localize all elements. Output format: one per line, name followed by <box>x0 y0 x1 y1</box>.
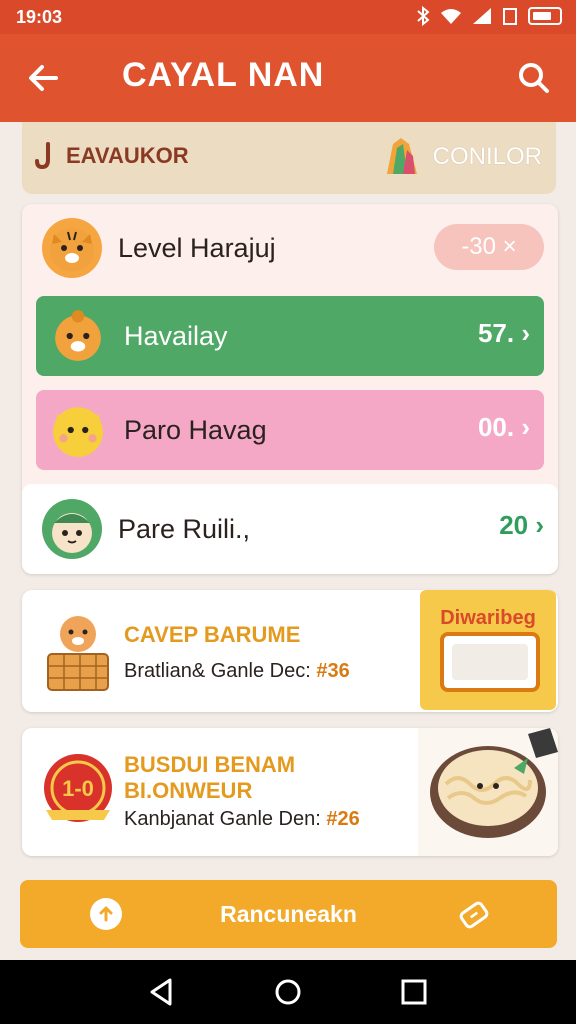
signal-icon <box>473 8 491 24</box>
list-item-label: Havailay <box>124 320 228 351</box>
list-item-value: -30 × <box>434 224 544 270</box>
promo-art-text: Diwaribeg <box>440 607 536 629</box>
promo-desc-text: Kanbjanat Ganle Den: <box>124 808 327 830</box>
sub-header-right-label: CONILOR <box>432 143 542 170</box>
level-list: Level Harajuj -30 × Havailay 57. › Paro … <box>22 204 558 574</box>
promo-title: CAVEP BARUME <box>124 622 301 647</box>
status-icons <box>416 6 562 26</box>
promo-desc-text: Bratlian& Ganle Dec: <box>124 660 317 682</box>
promo-card[interactable]: CAVEP BARUME Bratlian& Ganle Dec: #36 Di… <box>22 590 558 712</box>
list-item-value: 00. › <box>477 412 530 442</box>
ticket-icon <box>459 901 489 929</box>
promo-art-tray: Diwaribeg <box>420 590 556 710</box>
status-time: 19:03 <box>16 7 63 27</box>
list-item-label: Level Harajuj <box>118 232 276 263</box>
page-title: CAYAL NAN <box>122 56 325 94</box>
app-bar: CAYAL NAN <box>0 34 576 122</box>
tiger-face-icon <box>42 218 102 278</box>
promo-card[interactable]: 1-0 BUSDUI BENAM BI.ONWEUR Kanbjanat Gan… <box>22 728 558 856</box>
list-item-label: Paro Havag <box>124 414 267 445</box>
back-arrow-icon[interactable] <box>20 54 68 102</box>
list-item-value: 57. › <box>477 318 530 348</box>
nav-home-icon[interactable] <box>272 976 304 1008</box>
sub-header-left[interactable]: EAVAUKOR <box>34 142 189 170</box>
list-item[interactable]: Havailay 57. › <box>36 296 544 376</box>
sub-header: EAVAUKOR CONILOR <box>22 122 556 194</box>
status-bar: 19:03 <box>0 0 576 34</box>
leaf-bundle-icon <box>386 138 417 174</box>
promo-desc: Kanbjanat Ganle Den: #26 <box>124 808 360 831</box>
promo-desc: Bratlian& Ganle Dec: #36 <box>124 660 350 683</box>
list-item[interactable]: Level Harajuj -30 × <box>22 204 558 292</box>
list-item[interactable]: Pare Ruili., 20 › <box>22 484 558 574</box>
basket-fox-icon <box>47 616 109 691</box>
battery-icon <box>528 7 562 25</box>
badge-text: 1-0 <box>62 776 94 801</box>
cat-face-icon <box>48 400 108 460</box>
primary-action-button[interactable]: Rancuneakn <box>20 880 557 948</box>
bluetooth-icon <box>417 6 430 26</box>
tiger-face-icon <box>48 306 108 366</box>
promo-desc-number: #36 <box>316 660 350 682</box>
promo-title: BUSDUI BENAM BI.ONWEUR <box>124 752 296 803</box>
sim-icon <box>503 8 517 25</box>
search-icon[interactable] <box>510 54 558 102</box>
frog-face-icon <box>42 499 102 559</box>
wifi-icon <box>441 9 461 24</box>
list-item-value: 20 › <box>499 510 544 540</box>
sub-header-left-label: EAVAUKOR <box>66 143 189 168</box>
badge-icon: 1-0 <box>44 754 112 822</box>
system-nav-bar <box>0 960 576 1024</box>
nav-recents-icon[interactable] <box>398 976 430 1008</box>
promo-desc-number: #26 <box>326 808 360 830</box>
list-item[interactable]: Paro Havag 00. › <box>36 390 544 470</box>
promo-art-noodle-bowl <box>418 728 558 856</box>
hook-icon <box>35 142 50 170</box>
nav-back-icon[interactable] <box>146 976 178 1008</box>
list-item-label: Pare Ruili., <box>118 513 251 544</box>
sub-header-right[interactable]: CONILOR <box>379 134 542 180</box>
